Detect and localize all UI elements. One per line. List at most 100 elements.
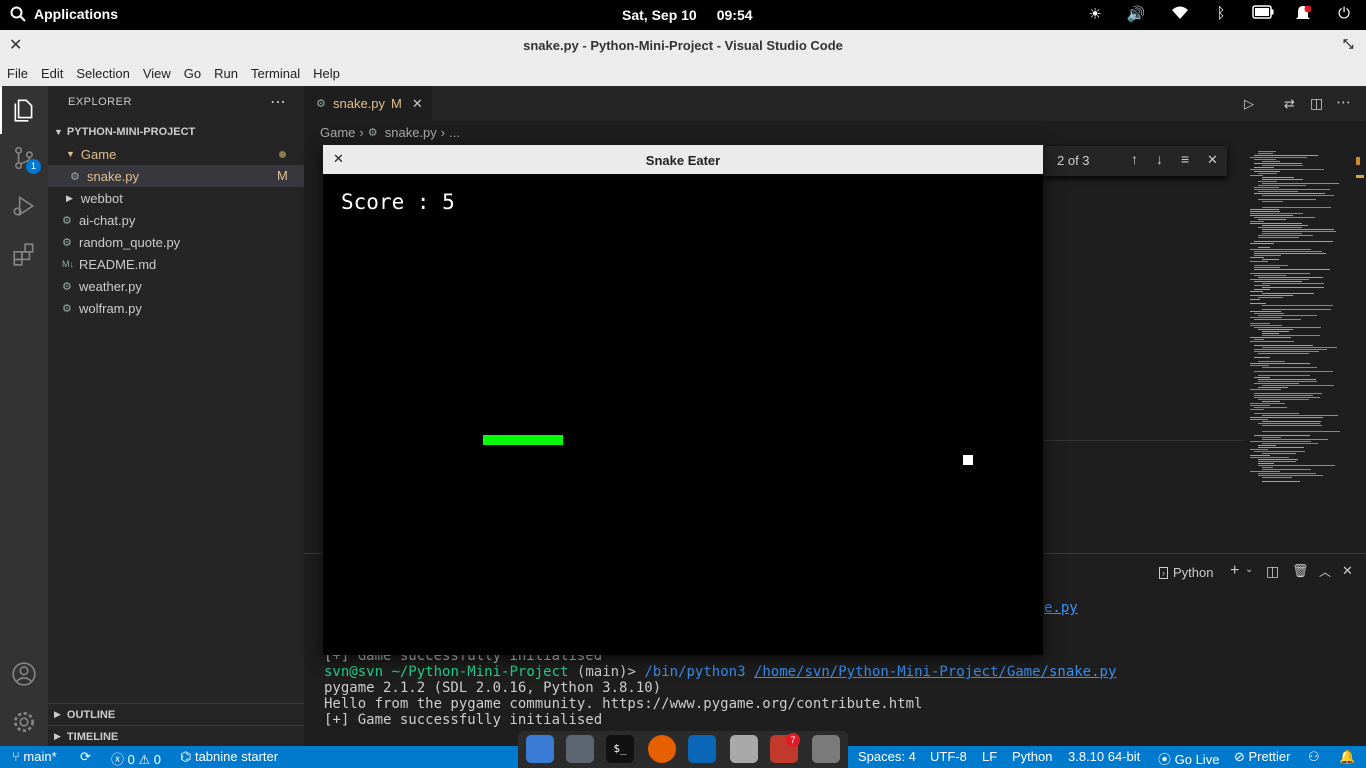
menu-view[interactable]: View <box>143 66 171 81</box>
restore-window-button[interactable]: ⤡ <box>1343 36 1353 52</box>
breadcrumb-item[interactable]: ... <box>449 125 460 140</box>
terminal-app-icon[interactable]: $_ <box>606 735 634 763</box>
find-in-selection-icon[interactable]: ≡ <box>1181 151 1189 167</box>
menu-go[interactable]: Go <box>184 66 201 81</box>
python-file-icon: ⚙ <box>62 214 72 227</box>
menu-selection[interactable]: Selection <box>76 66 129 81</box>
settings-gear-icon[interactable] <box>0 698 48 746</box>
menu-help[interactable]: Help <box>313 66 340 81</box>
tab-snake-py[interactable]: ⚙ snake.py M ✕ <box>304 86 432 121</box>
run-debug-icon[interactable] <box>0 182 48 230</box>
tree-item-ai-chat[interactable]: ⚙ ai-chat.py <box>48 209 304 231</box>
tree-item-random-quote[interactable]: ⚙ random_quote.py <box>48 231 304 253</box>
compare-changes-icon[interactable]: ⇄ <box>1284 96 1295 112</box>
chevron-down-icon[interactable]: ⌄ <box>1245 564 1253 575</box>
minimap-line <box>1258 185 1306 186</box>
minimap-line <box>1258 191 1298 192</box>
feedback-icon[interactable]: ⚇ <box>1308 749 1320 765</box>
encoding-status[interactable]: UTF-8 <box>930 749 967 764</box>
terminal-profile[interactable]: › Python <box>1159 565 1213 580</box>
explorer-icon[interactable] <box>0 86 48 134</box>
tree-item-wolfram[interactable]: ⚙ wolfram.py <box>48 297 304 319</box>
tabnine-status[interactable]: ⌬ tabnine starter <box>180 749 278 765</box>
menu-edit[interactable]: Edit <box>41 66 63 81</box>
more-actions-icon[interactable]: ⋯ <box>270 92 286 112</box>
menu-file[interactable]: File <box>7 66 28 81</box>
clock[interactable]: Sat, Sep 10 09:54 <box>622 7 773 23</box>
source-control-icon[interactable] <box>0 134 48 182</box>
breadcrumb-item[interactable]: Game <box>320 125 355 140</box>
system-settings-icon[interactable] <box>812 735 840 763</box>
go-live-status[interactable]: ⦿ Go Live <box>1158 749 1219 768</box>
workspaces-icon[interactable] <box>526 735 554 763</box>
minimap[interactable] <box>1244 143 1366 553</box>
timeline-section[interactable]: ▶ TIMELINE <box>48 725 304 747</box>
tree-item-readme[interactable]: M↓ README.md <box>48 253 304 275</box>
window-titlebar: snake.py - Python-Mini-Project - Visual … <box>0 30 1366 61</box>
notifications-icon[interactable] <box>1293 5 1313 25</box>
indentation-status[interactable]: Spaces: 4 <box>858 749 916 764</box>
minimap-line <box>1258 447 1304 448</box>
vscode-icon[interactable] <box>688 735 716 763</box>
minimap-line <box>1250 279 1309 280</box>
notification-bell-icon[interactable]: 🔔 <box>1339 749 1355 765</box>
branch-status[interactable]: ⑂ main* <box>12 749 57 764</box>
split-terminal-icon[interactable]: ◫ <box>1266 563 1279 580</box>
minimap-line <box>1254 349 1327 350</box>
minimap-line <box>1258 459 1298 460</box>
script-path-link[interactable]: /home/svn/Python-Mini-Project/Game/snake… <box>754 664 1116 680</box>
minimap-line <box>1254 371 1333 372</box>
minimap-line <box>1254 187 1279 188</box>
files-icon[interactable] <box>730 735 758 763</box>
language-status[interactable]: Python <box>1012 749 1052 764</box>
tree-item-webbot[interactable]: ▶ webbot <box>48 187 304 209</box>
next-match-icon[interactable]: ↓ <box>1156 151 1163 167</box>
close-find-icon[interactable]: ✕ <box>1207 152 1218 168</box>
tree-item-snake-py[interactable]: ⚙ snake.py M <box>48 165 304 187</box>
volume-icon[interactable]: 🔊 <box>1126 5 1146 25</box>
close-window-button[interactable]: ✕ <box>9 35 22 55</box>
minimap-line <box>1254 319 1301 320</box>
tree-item-game[interactable]: ▼ Game <box>48 143 304 165</box>
minimap-line <box>1250 389 1281 390</box>
new-terminal-icon[interactable]: + <box>1230 562 1239 580</box>
breadcrumb-item[interactable]: snake.py <box>385 125 437 140</box>
minimap-line <box>1254 193 1325 194</box>
minimap-line <box>1254 435 1310 436</box>
terminal-line: [+] Game successfully initialised <box>324 712 603 728</box>
run-file-icon[interactable]: ▷ <box>1244 96 1254 112</box>
settings-toggle-icon[interactable] <box>566 735 594 763</box>
sync-icon[interactable]: ⟳ <box>80 749 91 765</box>
menu-run[interactable]: Run <box>214 66 238 81</box>
minimap-line <box>1262 477 1292 478</box>
terminal-link[interactable]: e.py <box>1044 600 1078 616</box>
prettier-status[interactable]: ⊘ Prettier <box>1234 749 1290 765</box>
power-icon[interactable]: ⏻ <box>1334 5 1354 25</box>
interpreter-status[interactable]: 3.8.10 64-bit <box>1068 749 1140 764</box>
brightness-icon[interactable]: ☀ <box>1085 5 1105 25</box>
close-panel-icon[interactable]: ✕ <box>1342 563 1353 579</box>
bluetooth-icon[interactable]: ᛒ <box>1211 5 1231 25</box>
snake-game-window[interactable]: ✕ Snake Eater Score : 5 <box>323 145 1043 655</box>
battery-icon[interactable] <box>1251 5 1275 25</box>
previous-match-icon[interactable]: ↑ <box>1131 151 1138 167</box>
minimap-line <box>1250 157 1307 158</box>
extensions-icon[interactable] <box>0 230 48 278</box>
split-editor-icon[interactable]: ◫ <box>1310 95 1323 112</box>
problems-status[interactable]: ⓧ 0 ⚠ 0 <box>111 749 161 768</box>
accounts-icon[interactable] <box>0 650 48 698</box>
menu-terminal[interactable]: Terminal <box>251 66 300 81</box>
outline-section[interactable]: ▶ OUTLINE <box>48 703 304 725</box>
close-tab-icon[interactable]: ✕ <box>412 96 423 112</box>
tree-item-weather[interactable]: ⚙ weather.py <box>48 275 304 297</box>
firefox-icon[interactable] <box>648 735 676 763</box>
wifi-icon[interactable] <box>1170 5 1190 25</box>
project-root[interactable]: ▼ PYTHON-MINI-PROJECT <box>48 121 304 143</box>
terminal-icon: › <box>1159 566 1168 579</box>
chevron-right-icon: ▶ <box>54 731 61 741</box>
eol-status[interactable]: LF <box>982 749 997 764</box>
applications-menu[interactable]: Applications <box>10 6 118 22</box>
maximize-panel-icon[interactable]: ︿ <box>1319 563 1331 580</box>
more-actions-icon[interactable]: ⋯ <box>1336 93 1351 111</box>
trash-icon[interactable]: 🗑 <box>1292 563 1309 579</box>
